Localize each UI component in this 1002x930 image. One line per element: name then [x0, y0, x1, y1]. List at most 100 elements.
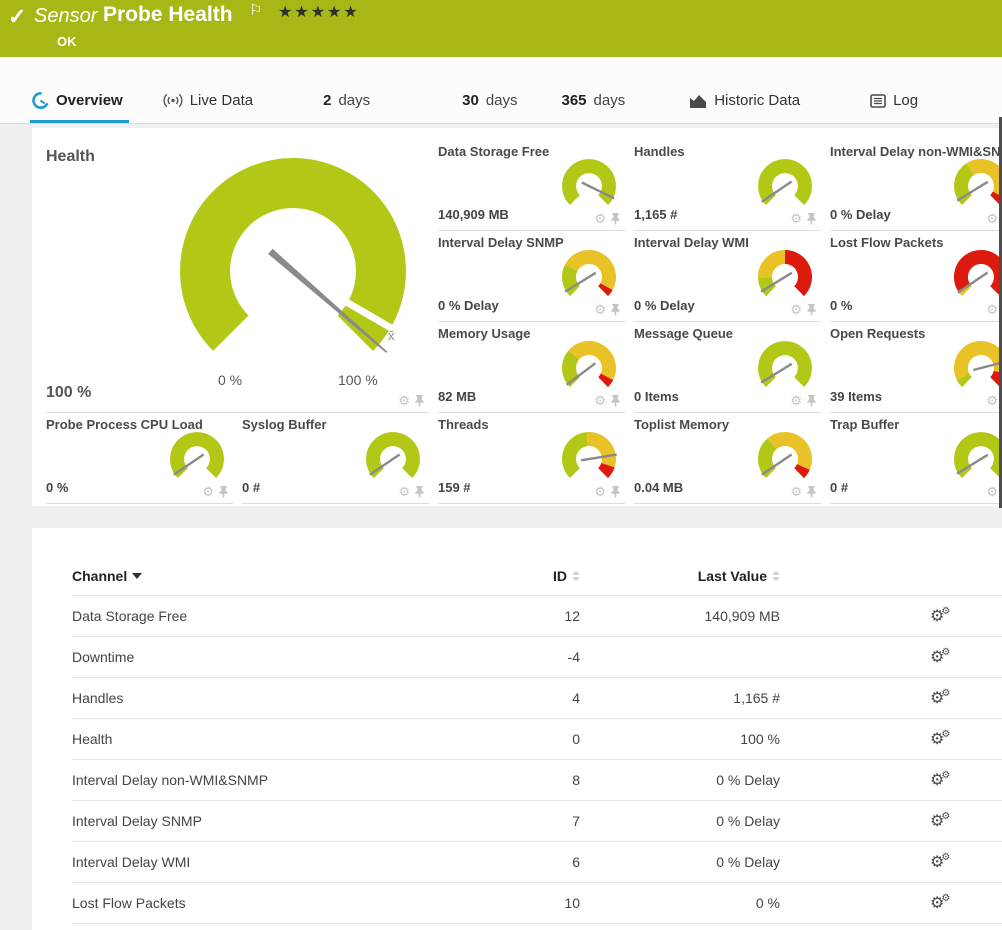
gauge-value: 0 % Delay [634, 298, 695, 313]
channel-name[interactable]: Interval Delay SNMP [72, 813, 510, 829]
gauge-cell-toplist-memory: Toplist Memory0.04 MB⚙ [634, 413, 821, 504]
gauge-dial [557, 429, 621, 489]
status-badge: OK [57, 34, 77, 49]
channel-row-handles[interactable]: Handles41,165 #⚙⚙ [72, 678, 1002, 719]
tab-bar: Overview Live Data 2days 30days 365days Histo… [0, 57, 1002, 124]
gauge-icon [32, 92, 49, 109]
channel-last-value: 0 % Delay [580, 854, 780, 870]
tab-historic-data[interactable]: Historic Data [687, 92, 806, 123]
gauge-title: Interval Delay WMI [634, 235, 749, 250]
channel-name[interactable]: Interval Delay non-WMI&SNMP [72, 772, 510, 788]
pin-icon[interactable] [610, 212, 621, 225]
pin-icon[interactable] [806, 212, 817, 225]
gauge-dial [557, 247, 621, 307]
pin-icon[interactable] [218, 485, 229, 498]
channel-name[interactable]: Lost Flow Packets [72, 895, 510, 911]
gear-icon[interactable]: ⚙ [594, 303, 606, 316]
gauge-actions: ⚙ [202, 485, 229, 498]
gear-icon[interactable]: ⚙ [790, 303, 802, 316]
channel-name[interactable]: Handles [72, 690, 510, 706]
historic-chart-icon [689, 93, 707, 108]
pin-icon[interactable] [806, 394, 817, 407]
channel-row-health[interactable]: Health0100 %⚙⚙ [72, 719, 1002, 760]
gauge-cell-threads: Threads159 #⚙ [438, 413, 625, 504]
gear-icon[interactable]: ⚙ [594, 212, 606, 225]
gauge-title: Health [46, 148, 95, 166]
gear-icon[interactable]: ⚙ [986, 303, 998, 316]
gauge-value: 100 % [46, 384, 91, 402]
tab-overview[interactable]: Overview [30, 92, 129, 123]
channel-row-downtime[interactable]: Downtime-4⚙⚙ [72, 637, 1002, 678]
gear-icon[interactable]: ⚙ [790, 212, 802, 225]
channel-row-data-storage-free[interactable]: Data Storage Free12140,909 MB⚙⚙ [72, 596, 1002, 637]
sensor-name: Probe Health [103, 3, 233, 27]
gear-icon[interactable]: ⚙ [986, 485, 998, 498]
channel-row-interval-delay-non-wmi-snmp[interactable]: Interval Delay non-WMI&SNMP80 % Delay⚙⚙ [72, 760, 1002, 801]
gauge-max-label: 100 % [338, 372, 378, 388]
tab-label: days [338, 92, 370, 109]
gauge-title: Threads [438, 417, 489, 432]
channel-row-interval-delay-snmp[interactable]: Interval Delay SNMP70 % Delay⚙⚙ [72, 801, 1002, 842]
channel-settings-gear-icon[interactable]: ⚙⚙ [930, 896, 944, 912]
channel-settings-gear-icon[interactable]: ⚙⚙ [930, 732, 944, 748]
gauge-value: 0 # [830, 480, 848, 495]
gear-icon[interactable]: ⚙ [594, 394, 606, 407]
gear-icon[interactable]: ⚙ [790, 485, 802, 498]
log-icon [870, 94, 886, 108]
channel-row-interval-delay-wmi[interactable]: Interval Delay WMI60 % Delay ⚙⚙ [72, 842, 1002, 883]
pin-icon[interactable] [806, 485, 817, 498]
tab-2-days[interactable]: 2days [321, 92, 376, 123]
tab-30-days[interactable]: 30days [460, 92, 523, 123]
column-header-id[interactable]: ID [510, 568, 580, 584]
gear-icon[interactable]: ⚙ [398, 485, 410, 498]
tab-live-data[interactable]: Live Data [161, 92, 259, 123]
gear-icon[interactable]: ⚙ [986, 394, 998, 407]
channel-settings-gear-icon[interactable]: ⚙⚙ [930, 814, 944, 830]
pin-icon[interactable] [610, 394, 621, 407]
gauge-title: Lost Flow Packets [830, 235, 943, 250]
priority-stars[interactable]: ★★★★★ [278, 2, 360, 22]
gear-icon[interactable]: ⚙ [986, 212, 998, 225]
channel-settings-gear-icon[interactable]: ⚙⚙ [930, 773, 944, 789]
gauge-cell-syslog-buffer: Syslog Buffer0 #⚙ [242, 413, 429, 504]
channel-table-panel: ChannelIDLast Value Data Storage Free121… [32, 528, 1002, 930]
channel-table-body: Data Storage Free12140,909 MB⚙⚙Downtime-… [72, 596, 1002, 924]
gauges-panel: Health0 %100 %x̄100 %⚙Data Storage Free1… [32, 128, 1002, 506]
channel-name[interactable]: Downtime [72, 649, 510, 665]
channel-name[interactable]: Data Storage Free [72, 608, 510, 624]
channel-name[interactable]: Health [72, 731, 510, 747]
channel-id: 0 [510, 731, 580, 747]
gauge-cell-handles: Handles1,165 #⚙ [634, 140, 821, 231]
gear-icon[interactable]: ⚙ [790, 394, 802, 407]
gear-icon[interactable]: ⚙ [398, 394, 410, 407]
gauge-dial [753, 156, 817, 216]
gauge-value: 0.04 MB [634, 480, 683, 495]
pin-icon[interactable] [806, 303, 817, 316]
gear-icon[interactable]: ⚙ [594, 485, 606, 498]
sort-icon [572, 571, 580, 581]
gauge-actions: ⚙ [790, 303, 817, 316]
column-header-channel[interactable]: Channel [72, 568, 510, 584]
tab-log[interactable]: Log [868, 92, 924, 123]
gauge-dial [753, 429, 817, 489]
channel-id: 4 [510, 690, 580, 706]
gear-icon[interactable]: ⚙ [202, 485, 214, 498]
channel-name[interactable]: Interval Delay WMI [72, 854, 510, 870]
average-marker: x̄ [388, 328, 395, 343]
channel-id: 6 [510, 854, 580, 870]
tab-label: days [594, 92, 626, 109]
channel-row-lost-flow-packets[interactable]: Lost Flow Packets100 %⚙⚙ [72, 883, 1002, 924]
pin-icon[interactable] [414, 394, 425, 407]
tab-365-days[interactable]: 365days [560, 92, 632, 123]
flag-icon[interactable]: ⚐ [249, 1, 262, 19]
gauge-dial [949, 247, 1002, 307]
channel-settings-gear-icon[interactable]: ⚙⚙ [930, 609, 944, 625]
channel-settings-gear-icon[interactable]: ⚙⚙ [930, 855, 944, 871]
pin-icon[interactable] [610, 485, 621, 498]
health-gauge-dial [158, 146, 430, 381]
channel-settings-gear-icon[interactable]: ⚙⚙ [930, 650, 944, 666]
channel-settings-gear-icon[interactable]: ⚙⚙ [930, 691, 944, 707]
pin-icon[interactable] [610, 303, 621, 316]
column-header-last-value[interactable]: Last Value [580, 568, 780, 584]
pin-icon[interactable] [414, 485, 425, 498]
